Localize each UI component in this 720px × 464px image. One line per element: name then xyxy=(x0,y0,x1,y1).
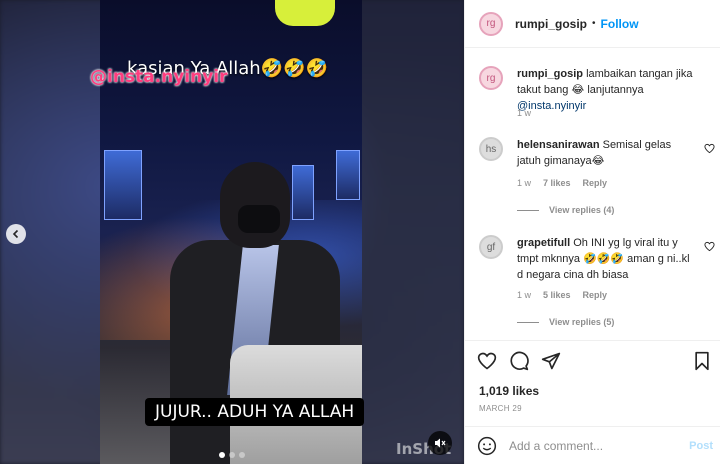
bookmark-icon[interactable] xyxy=(693,351,711,371)
comment-text: grapetifull Oh INI yg lg viral itu y tmp… xyxy=(517,235,697,283)
follow-button[interactable]: Follow xyxy=(601,17,639,31)
comment-username[interactable]: grapetifull xyxy=(517,237,570,249)
carousel-dot xyxy=(239,452,245,458)
avatar-initials: rg xyxy=(486,72,496,84)
view-replies-label: View replies (4) xyxy=(549,205,615,215)
video-watermark-handle: @insta.nyinyir xyxy=(90,67,228,87)
action-icons xyxy=(477,351,561,371)
comment-item: gf grapetifull Oh INI yg lg viral itu y … xyxy=(479,235,717,283)
post-caption: rg rumpi_gosip lambaikan tangan jika tak… xyxy=(479,66,717,114)
caption-text: rumpi_gosip lambaikan tangan jika takut … xyxy=(517,66,697,114)
reply-button[interactable]: Reply xyxy=(583,290,608,300)
building xyxy=(336,150,360,200)
post-header: rg rumpi_gosip • Follow xyxy=(465,0,720,48)
avatar-initials: gf xyxy=(486,241,496,253)
carousel-dot xyxy=(219,452,225,458)
add-comment-bar: Add a comment... Post xyxy=(465,426,720,464)
post-button[interactable]: Post xyxy=(689,440,713,452)
caption-time: 1 w xyxy=(517,108,532,118)
divider-line xyxy=(517,321,539,323)
post-media[interactable]: kasian Ya Allah🤣🤣🤣 @insta.nyinyir JUJUR.… xyxy=(0,0,464,464)
comment-like-icon[interactable] xyxy=(704,241,715,252)
avatar[interactable]: rg xyxy=(479,66,503,90)
comment-likes[interactable]: 7 likes xyxy=(543,178,571,188)
separator-dot: • xyxy=(592,18,596,29)
chevron-left-icon xyxy=(12,229,19,239)
avatar-initials: rg xyxy=(486,18,496,29)
avatar[interactable]: hs xyxy=(479,137,503,161)
comment-time: 1 w xyxy=(517,290,532,300)
likes-count[interactable]: 1,019 likes xyxy=(479,384,539,398)
view-replies-button[interactable]: View replies (5) xyxy=(517,317,614,327)
comment-item: hs helensanirawan Semisal gelas jatuh gi… xyxy=(479,137,717,169)
caption-username[interactable]: rumpi_gosip xyxy=(517,68,583,80)
carousel-dot xyxy=(229,452,235,458)
comment-meta: 1 w 5 likes Reply xyxy=(517,290,607,300)
comment-username[interactable]: helensanirawan xyxy=(517,139,600,151)
comment-likes[interactable]: 5 likes xyxy=(543,290,571,300)
view-replies-label: View replies (5) xyxy=(549,317,615,327)
comment-input[interactable]: Add a comment... xyxy=(509,439,689,453)
comment-time: 1 w xyxy=(517,178,532,188)
comments-list[interactable]: rg rumpi_gosip lambaikan tangan jika tak… xyxy=(465,49,720,339)
video-subtitle: JUJUR.. ADUH YA ALLAH xyxy=(145,398,365,426)
comment-text: helensanirawan Semisal gelas jatuh giman… xyxy=(517,137,697,169)
reply-button[interactable]: Reply xyxy=(583,178,608,188)
carousel-indicator xyxy=(0,452,464,458)
caption-meta: 1 w xyxy=(517,108,531,118)
username-link[interactable]: rumpi_gosip xyxy=(515,17,587,31)
speaker-muted-icon xyxy=(435,438,446,448)
heart-icon[interactable] xyxy=(477,351,497,371)
comment-meta: 1 w 7 likes Reply xyxy=(517,178,607,188)
post-date: MARCH 29 xyxy=(479,404,522,413)
comment-like-icon[interactable] xyxy=(704,143,715,154)
smiley-icon[interactable] xyxy=(477,436,497,456)
view-replies-button[interactable]: View replies (4) xyxy=(517,205,614,215)
paper-plane-icon[interactable] xyxy=(541,351,561,371)
building xyxy=(104,150,142,220)
previous-button[interactable] xyxy=(6,224,26,244)
avatar[interactable]: rg xyxy=(479,11,503,36)
comment-bubble-icon[interactable] xyxy=(509,351,529,371)
avatar-initials: hs xyxy=(485,143,497,155)
post-sidebar: rg rumpi_gosip • Follow rg rumpi_gosip l… xyxy=(464,0,720,464)
gondola-top xyxy=(275,0,335,26)
face-mask xyxy=(238,205,280,233)
divider-line xyxy=(517,209,539,211)
building xyxy=(292,165,314,220)
avatar[interactable]: gf xyxy=(479,235,503,259)
post-actions: 1,019 likes MARCH 29 Add a comment... Po… xyxy=(465,340,720,456)
